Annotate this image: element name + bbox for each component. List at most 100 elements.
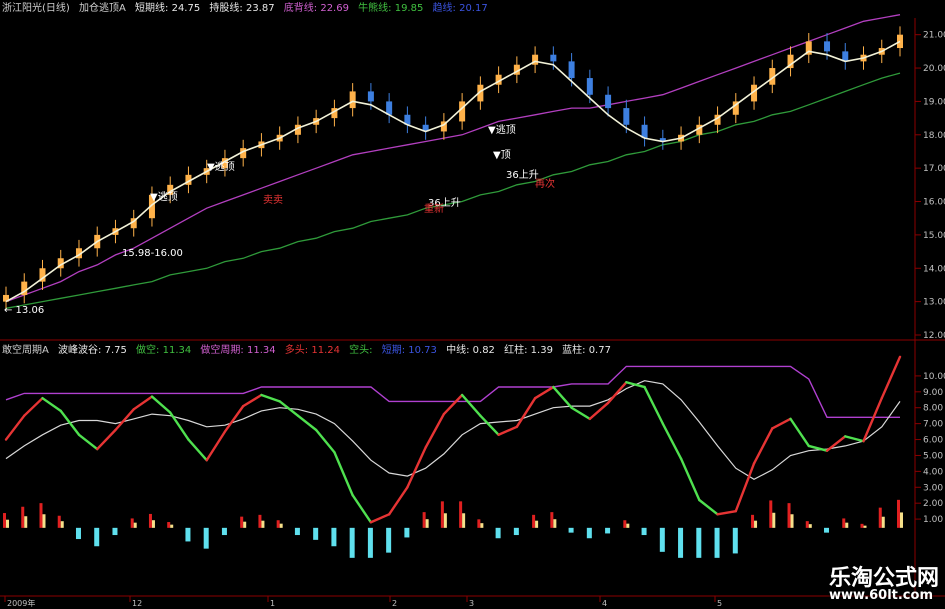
wave-line-segment <box>661 422 683 460</box>
annotation-top: ▼顶 <box>493 149 511 161</box>
histogram-bar-red <box>258 514 262 528</box>
price-tick-label: 16.00 <box>923 198 945 208</box>
histogram-bar-yellow <box>243 521 247 528</box>
candle-body <box>623 108 630 125</box>
histogram-bar-cyan <box>696 527 702 558</box>
price-tick-label: 15.00 <box>923 231 945 241</box>
histogram-bar-cyan <box>659 527 665 552</box>
wave-line-segment <box>497 425 519 436</box>
price-tick-label: 17.00 <box>923 164 945 174</box>
date-tick-label: 4 <box>602 599 607 608</box>
wave-line-segment <box>424 412 446 449</box>
candle-body <box>897 34 903 49</box>
histogram-bar-red <box>130 518 134 528</box>
annotation-low: ← 13.06 <box>4 305 44 316</box>
histogram-bar-yellow <box>553 519 557 528</box>
wave-line-segment <box>643 385 665 425</box>
wave-line-segment <box>479 414 500 436</box>
wave-line-segment <box>606 381 628 405</box>
price-tick-label: 18.00 <box>923 131 945 141</box>
wave-line-segment <box>771 417 792 430</box>
histogram-bar-cyan <box>185 527 191 542</box>
histogram-bar-red <box>477 519 481 528</box>
histogram-bar-yellow <box>754 520 758 528</box>
histogram-bar-red <box>860 523 864 528</box>
wave-line-segment <box>4 414 26 441</box>
histogram-bar-yellow <box>443 513 447 528</box>
price-tick-label: 19.00 <box>923 97 945 107</box>
annotation-escape-top: ▼逃顶 <box>488 123 516 136</box>
osc-tick-label: 5.00 <box>923 451 943 461</box>
wave-line-segment <box>23 396 44 417</box>
histogram-bar-yellow <box>535 520 539 528</box>
bullbear-line <box>5 72 901 309</box>
short-cycle-line <box>5 365 900 418</box>
histogram-bar-red <box>422 512 426 528</box>
candle-body <box>367 91 374 102</box>
price-tick-label: 12.00 <box>923 331 945 341</box>
histogram-bar-cyan <box>386 527 392 553</box>
histogram-bar-yellow <box>790 514 794 528</box>
histogram-bar-cyan <box>732 527 738 554</box>
histogram-bar-red <box>842 518 846 528</box>
histogram-bar-cyan <box>568 527 574 533</box>
osc-tick-label: 7.00 <box>923 420 943 430</box>
histogram-bar-yellow <box>900 512 903 528</box>
annotation-rise: 36上升 <box>506 169 539 181</box>
histogram-bar-red <box>769 500 773 528</box>
histogram-bar-red <box>550 512 554 528</box>
histogram-bar-yellow <box>151 520 155 528</box>
date-tick-label: 5 <box>717 599 722 608</box>
osc-tick-label: 8.00 <box>923 404 943 414</box>
wave-line-segment <box>296 414 318 432</box>
histogram-bar-cyan <box>294 527 300 536</box>
histogram-bar-yellow <box>279 523 283 528</box>
wave-line-segment <box>515 396 537 429</box>
wave-line-segment <box>844 435 865 443</box>
price-tick-label: 21.00 <box>923 31 945 41</box>
wave-line-segment <box>625 381 646 389</box>
histogram-bar-red <box>440 501 444 528</box>
wave-line-segment <box>351 494 373 524</box>
histogram-bar-yellow <box>42 514 46 528</box>
wave-line-segment <box>570 406 592 421</box>
histogram-bar-red <box>532 514 536 528</box>
histogram-bar-cyan <box>349 527 355 558</box>
chart-canvas[interactable]: 21.0020.0019.0018.0017.0016.0015.0014.00… <box>0 0 945 609</box>
histogram-bar-red <box>57 515 61 528</box>
wave-line-segment <box>96 428 117 451</box>
stock-chart-screen: 浙江阳光(日线) 加仓逃顶A 短期线: 24.75 持股线: 23.87 底背线… <box>0 0 945 609</box>
annotation-range: 15.98-16.00 <box>122 248 183 259</box>
histogram-bar-cyan <box>112 527 118 536</box>
histogram-bar-red <box>276 520 280 528</box>
wave-line-segment <box>825 435 847 452</box>
candle-body <box>349 91 356 109</box>
wave-line-segment <box>150 395 172 414</box>
histogram-bar-red <box>21 506 25 528</box>
histogram-bar-cyan <box>203 527 209 549</box>
price-tick-label: 13.00 <box>923 298 945 308</box>
watermark-url: www.60lt.com <box>828 588 933 603</box>
histogram-bar-cyan <box>586 527 592 539</box>
histogram-bar-cyan <box>75 527 81 540</box>
wave-line-segment <box>460 393 482 417</box>
wave-line-segment <box>533 385 555 400</box>
histogram-bar-red <box>787 503 791 528</box>
date-tick-label: 3 <box>469 599 474 608</box>
wave-line-segment <box>314 428 336 454</box>
candle-body <box>459 101 466 122</box>
wave-line-segment <box>752 427 774 465</box>
wave-line-segment <box>880 355 902 400</box>
wave-line-segment <box>552 385 573 409</box>
histogram-bar-yellow <box>772 512 776 528</box>
histogram-bar-yellow <box>6 519 9 528</box>
histogram-bar-cyan <box>367 527 373 558</box>
wave-line-segment <box>369 513 391 524</box>
wave-line-segment <box>679 457 701 502</box>
date-tick-label: 2 <box>392 599 397 608</box>
histogram-bar-red <box>897 499 900 528</box>
wave-line-segment <box>77 433 99 451</box>
histogram-bar-yellow <box>60 521 64 528</box>
histogram-bar-red <box>878 507 882 528</box>
histogram-bar-yellow <box>170 524 174 528</box>
